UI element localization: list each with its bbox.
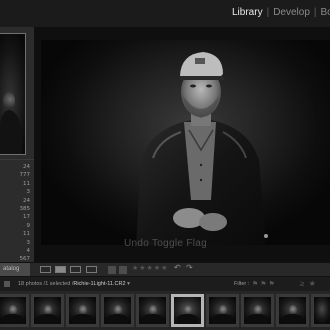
undo-overlay-message: Undo Toggle Flag xyxy=(124,238,208,249)
filmstrip-thumbnail[interactable] xyxy=(136,294,169,327)
selected-filename: Richie-1Light-11.CR2 xyxy=(73,281,126,287)
thumbnail-body xyxy=(177,314,198,324)
thumbnail-body xyxy=(142,314,163,324)
filmstrip-thumbnail[interactable] xyxy=(66,294,99,327)
thumbnail-image xyxy=(314,297,330,324)
panel-divider xyxy=(0,159,34,160)
filmstrip-source-info[interactable]: 18 photos /1 selected /Richie-1Light-11.… xyxy=(18,281,130,287)
module-develop[interactable]: Develop xyxy=(273,7,310,18)
folder-count[interactable]: 11 xyxy=(0,230,30,238)
pick-flag-icon[interactable] xyxy=(108,266,116,274)
main-photo[interactable] xyxy=(41,40,330,245)
thumbnail-image xyxy=(34,297,61,324)
thumbnail-body xyxy=(37,314,58,324)
filmstrip-thumbnail[interactable] xyxy=(311,294,330,327)
folder-count[interactable]: 567 xyxy=(0,255,31,262)
filter-flags[interactable]: ⚑⚑⚑ xyxy=(252,280,277,288)
filmstrip-thumbnail[interactable] xyxy=(0,294,29,327)
thumbnail-body xyxy=(247,314,268,324)
folder-count[interactable]: 4 xyxy=(0,247,31,255)
filmstrip-thumbnail-selected[interactable] xyxy=(171,294,204,327)
loupe-view: Undo Toggle Flag xyxy=(34,27,330,262)
module-picker: Library|Develop|Book xyxy=(232,7,330,18)
filter-label: Filter : xyxy=(234,281,250,287)
folder-count[interactable]: 9 xyxy=(0,222,31,230)
folder-count[interactable]: 11 xyxy=(0,180,30,188)
filter-star-icon[interactable]: ≥ ★ xyxy=(300,279,317,288)
grid-view-icon[interactable] xyxy=(40,266,51,273)
thumbnail-image xyxy=(69,297,96,324)
thumbnail-image xyxy=(139,297,166,324)
thumbnail-image xyxy=(209,297,236,324)
rotate-right-icon[interactable]: ↷ xyxy=(186,263,193,272)
loupe-view-icon[interactable] xyxy=(55,266,66,273)
module-book[interactable]: Book xyxy=(321,7,330,18)
thumbnail-image xyxy=(0,297,26,324)
module-picker-bar: Library|Develop|Book xyxy=(0,0,330,27)
thumbnail-image xyxy=(104,297,131,324)
navigator-subject-face xyxy=(3,92,15,110)
filmstrip-thumbnail[interactable] xyxy=(101,294,134,327)
folder-count-list: 24 777 11 3 24 385 17 9 11 3 4 567 47 24… xyxy=(0,163,31,262)
module-separator: | xyxy=(266,7,270,18)
star-rating[interactable]: ★★★★★ xyxy=(132,264,168,272)
thumbnail-body xyxy=(212,314,233,324)
filmstrip-thumbnail[interactable] xyxy=(241,294,274,327)
navigator-subject-body xyxy=(0,110,22,154)
filmstrip-thumbnail[interactable] xyxy=(206,294,239,327)
left-panel: 24 777 11 3 24 385 17 9 11 3 4 567 47 24… xyxy=(0,27,34,262)
library-toolbar: atalog ★★★★★ ↶ ↷ xyxy=(0,262,330,276)
thumbnail-image xyxy=(174,297,201,324)
thumbnail-body xyxy=(72,314,93,324)
thumbnail-body xyxy=(107,314,128,324)
compare-view-icon[interactable] xyxy=(70,266,81,273)
reject-flag-icon[interactable] xyxy=(119,266,127,274)
grid-icon[interactable] xyxy=(4,281,10,287)
filmstrip xyxy=(0,291,330,330)
chevron-down-icon[interactable]: ▾ xyxy=(127,281,130,287)
thumbnail-body xyxy=(282,314,303,324)
module-separator: | xyxy=(313,7,317,18)
photo-count: 18 photos /1 selected / xyxy=(18,281,74,287)
catalog-panel-label[interactable]: atalog xyxy=(0,263,30,276)
module-library[interactable]: Library xyxy=(232,7,263,18)
folder-count[interactable]: 3 xyxy=(0,239,31,247)
survey-view-icon[interactable] xyxy=(86,266,97,273)
portrait-illustration xyxy=(136,52,268,245)
folder-count[interactable]: 3 xyxy=(0,188,31,196)
rotate-left-icon[interactable]: ↶ xyxy=(174,263,181,272)
thumbnail-body xyxy=(2,314,23,324)
folder-count[interactable]: 24 xyxy=(0,197,30,205)
thumbnail-image xyxy=(279,297,306,324)
filmstrip-thumbnail[interactable] xyxy=(276,294,309,327)
navigator-preview[interactable] xyxy=(0,33,26,155)
thumbnail-image xyxy=(244,297,271,324)
filmstrip-header: 18 photos /1 selected /Richie-1Light-11.… xyxy=(0,276,330,291)
folder-count[interactable]: 17 xyxy=(0,213,30,221)
folder-count[interactable]: 385 xyxy=(0,205,31,213)
folder-count[interactable]: 24 xyxy=(0,163,30,171)
folder-count[interactable]: 777 xyxy=(0,171,31,179)
filmstrip-thumbnail[interactable] xyxy=(31,294,64,327)
